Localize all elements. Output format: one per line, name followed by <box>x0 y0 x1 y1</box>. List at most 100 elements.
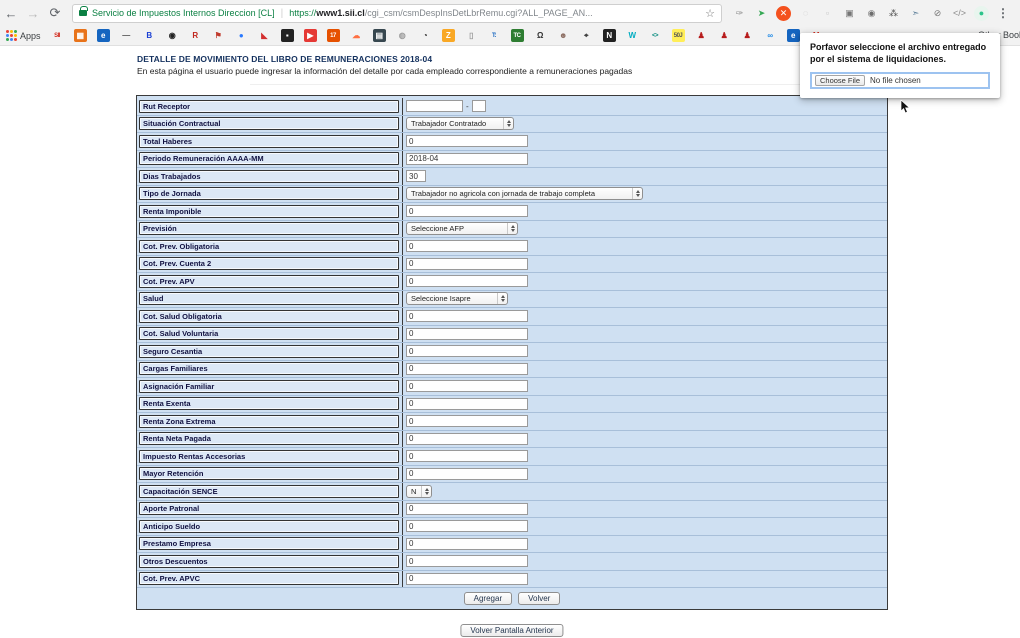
apps-grid-icon[interactable] <box>6 30 17 41</box>
bookmark-soj-yellow[interactable]: 50J <box>671 29 685 42</box>
field-control <box>406 345 528 358</box>
field-text-input[interactable] <box>406 152 528 165</box>
bookmark-person-brown[interactable]: ☻ <box>557 29 570 42</box>
field-text-input[interactable] <box>406 432 528 445</box>
field-control <box>406 502 528 515</box>
field-text-input[interactable] <box>406 170 426 183</box>
shield-extension-icon[interactable]: ▣ <box>842 6 857 21</box>
chrome-menu-icon[interactable]: ⋮ <box>997 6 1009 20</box>
bookmark-dash[interactable]: — <box>120 29 133 42</box>
rut-number-input[interactable] <box>406 100 463 113</box>
field-control <box>406 397 528 410</box>
field-label: Renta Imponible <box>139 204 399 218</box>
disabled-circle-extension-icon[interactable]: ◌ <box>798 6 813 21</box>
field-text-input[interactable] <box>406 572 528 585</box>
form-row: Impuesto Rentas Accesorias <box>137 448 887 466</box>
camera-extension-icon[interactable]: ◉ <box>864 6 879 21</box>
bookmark-r-red[interactable]: R <box>189 29 202 42</box>
field-select[interactable]: Seleccione Isapre <box>406 292 508 306</box>
select-value: Seleccione Isapre <box>411 294 471 304</box>
bookmark-z-yellow[interactable]: Z <box>441 29 455 42</box>
field-label: Cot. Salud Obligatoria <box>139 309 399 323</box>
bookmark-e-blue[interactable]: e <box>96 29 110 42</box>
field-text-input[interactable] <box>406 450 528 463</box>
bookmark-orange-grid[interactable]: ▦ <box>73 29 87 42</box>
field-text-input[interactable] <box>406 537 528 550</box>
field-text-input[interactable] <box>406 380 528 393</box>
bookmark-t-blue[interactable]: T: <box>488 29 501 42</box>
bookmark-dark-circle[interactable]: ◉ <box>166 29 179 42</box>
bookmark-red-triangle[interactable]: ◣ <box>258 29 271 42</box>
green-arrows-extension-icon[interactable]: ➤ <box>754 6 769 21</box>
share-nodes-extension-icon[interactable]: ⁂ <box>886 6 901 21</box>
field-text-input[interactable] <box>406 327 528 340</box>
bookmark-blue-ball[interactable]: ● <box>235 29 248 42</box>
field-text-input[interactable] <box>406 240 528 253</box>
field-text-input[interactable] <box>406 205 528 218</box>
field-text-input[interactable] <box>406 397 528 410</box>
bookmark-link-infinity[interactable]: ∞ <box>764 29 777 42</box>
bookmark-b-blue[interactable]: B <box>143 29 156 42</box>
bookmark-person-red-3[interactable]: ♟ <box>741 29 754 42</box>
bookmark-tc-green[interactable]: TC <box>510 29 524 42</box>
url-text[interactable]: https://www1.sii.cl/cgi_csm/csmDespInsDe… <box>289 8 701 18</box>
rut-dv-input[interactable] <box>471 100 486 113</box>
bookmark-w-colorful[interactable]: W <box>626 29 639 42</box>
field-select[interactable]: No <box>406 484 432 498</box>
apps-label[interactable]: Apps <box>20 31 41 41</box>
block-extension-icon[interactable]: ⊘ <box>930 6 945 21</box>
bookmark-star-icon[interactable]: ☆ <box>705 7 715 20</box>
field-text-input[interactable] <box>406 257 528 270</box>
telescope-extension-icon[interactable]: ➣ <box>908 6 923 21</box>
disabled-square-extension-icon[interactable]: ▫ <box>820 6 835 21</box>
field-text-input[interactable] <box>406 520 528 533</box>
file-input[interactable]: Choose File No file chosen <box>810 72 990 90</box>
field-text-input[interactable] <box>406 555 528 568</box>
field-text-input[interactable] <box>406 275 528 288</box>
ev-certificate-label[interactable]: Servicio de Impuestos Internos Direccion… <box>92 8 275 18</box>
bookmark-youtube[interactable]: ▶ <box>303 29 317 42</box>
bookmark-flag[interactable]: ⚑ <box>212 29 225 42</box>
agregar-button[interactable]: Agregar <box>463 591 513 605</box>
form-row: Seguro Cesantia <box>137 343 887 361</box>
field-text-input[interactable] <box>406 502 528 515</box>
bookmark-e-blue-2[interactable]: e <box>786 29 800 42</box>
volver-pantalla-anterior-button[interactable]: Volver Pantalla Anterior <box>460 624 564 637</box>
bookmark-code-teal[interactable]: <> <box>649 29 662 42</box>
field-text-input[interactable] <box>406 310 528 323</box>
ssl-lock-icon[interactable] <box>79 6 88 16</box>
label-cell-wrap: Cot. Prev. APVC <box>137 570 403 587</box>
field-text-input[interactable] <box>406 345 528 358</box>
field-text-input[interactable] <box>406 362 528 375</box>
bookmark-n-black[interactable]: N <box>602 29 616 42</box>
reload-icon[interactable]: ⟳ <box>44 5 66 21</box>
bookmark-black-square[interactable]: ▪ <box>280 29 294 42</box>
bookmark-sii[interactable]: SII <box>51 29 64 42</box>
bookmark-map-pin[interactable]: ⌖ <box>580 29 593 42</box>
bookmark-w-dark[interactable]: Ω <box>534 29 547 42</box>
gesture-extension-icon[interactable]: ✑ <box>732 6 747 21</box>
bookmark-gray-circle[interactable]: ◍ <box>396 29 409 42</box>
field-select[interactable]: Trabajador Contratado <box>406 117 514 131</box>
field-text-input[interactable] <box>406 467 528 480</box>
bookmark-dark-panel[interactable]: ▤ <box>372 29 386 42</box>
bookmark-person-red-1[interactable]: ♟ <box>695 29 708 42</box>
bookmark-17-orange[interactable]: 17 <box>326 29 340 42</box>
field-select[interactable]: Trabajador no agricola con jornada de tr… <box>406 187 643 201</box>
active-green-extension-icon[interactable]: ● <box>974 5 989 21</box>
field-select[interactable]: Seleccione AFP <box>406 222 518 236</box>
field-text-input[interactable] <box>406 135 528 148</box>
bookmark-person-red-2[interactable]: ♟ <box>718 29 731 42</box>
forward-icon[interactable]: → <box>22 6 44 21</box>
field-text-input[interactable] <box>406 415 528 428</box>
address-bar[interactable]: Servicio de Impuestos Internos Direccion… <box>72 3 722 23</box>
orange-x-extension-icon[interactable]: ✕ <box>776 5 791 21</box>
form-row: Otros Descuentos <box>137 553 887 571</box>
volver-button[interactable]: Volver <box>518 591 561 605</box>
choose-file-button[interactable]: Choose File <box>815 75 866 87</box>
back-icon[interactable]: ← <box>0 6 22 21</box>
bookmark-doc[interactable]: ▯ <box>465 29 478 42</box>
bookmark-circle-arrow[interactable]: ◔ <box>419 29 432 42</box>
code-extension-icon[interactable]: </> <box>952 6 967 21</box>
bookmark-soundcloud[interactable]: ☁ <box>350 29 363 42</box>
